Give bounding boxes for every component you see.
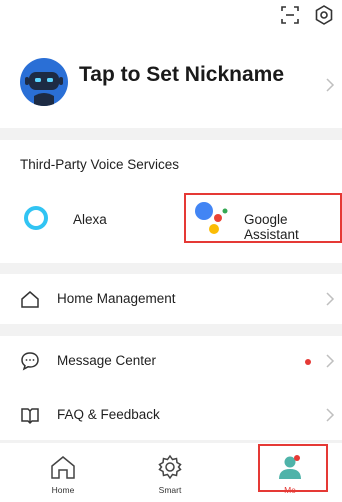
smart-icon <box>158 454 182 480</box>
faq-feedback-label: FAQ & Feedback <box>57 407 160 422</box>
google-assistant-highlight <box>184 193 342 243</box>
message-center-label: Message Center <box>57 353 157 368</box>
settings-icon[interactable] <box>313 4 335 26</box>
alexa-label: Alexa <box>73 212 107 227</box>
divider <box>0 263 342 274</box>
book-icon <box>20 405 40 425</box>
scan-icon[interactable] <box>279 4 301 26</box>
tab-home-label: Home <box>51 485 75 495</box>
chevron-right-icon <box>325 78 335 92</box>
message-bubble-icon <box>20 351 40 371</box>
faq-feedback-row[interactable]: FAQ & Feedback <box>0 390 342 440</box>
chevron-right-icon <box>325 292 335 306</box>
alexa-icon <box>24 206 48 230</box>
profile-header[interactable]: Tap to Set Nickname <box>0 48 342 128</box>
robot-avatar-icon <box>20 58 68 106</box>
nickname-prompt[interactable]: Tap to Set Nickname <box>79 63 284 87</box>
tab-home[interactable]: Home <box>28 443 98 502</box>
home-management-label: Home Management <box>57 291 176 306</box>
tab-smart[interactable]: Smart <box>135 443 205 502</box>
divider <box>0 324 342 336</box>
chevron-right-icon <box>325 408 335 422</box>
chevron-right-icon <box>325 354 335 368</box>
alexa-item[interactable]: Alexa <box>0 193 180 243</box>
divider <box>0 128 342 140</box>
home-management-row[interactable]: Home Management <box>0 274 342 324</box>
home-outline-icon <box>20 289 40 309</box>
me-tab-highlight <box>258 444 328 492</box>
home-icon <box>51 456 75 479</box>
message-center-row[interactable]: Message Center <box>0 336 342 386</box>
tab-smart-label: Smart <box>158 485 182 495</box>
unread-dot <box>305 359 311 365</box>
voice-services-title: Third-Party Voice Services <box>20 157 180 172</box>
